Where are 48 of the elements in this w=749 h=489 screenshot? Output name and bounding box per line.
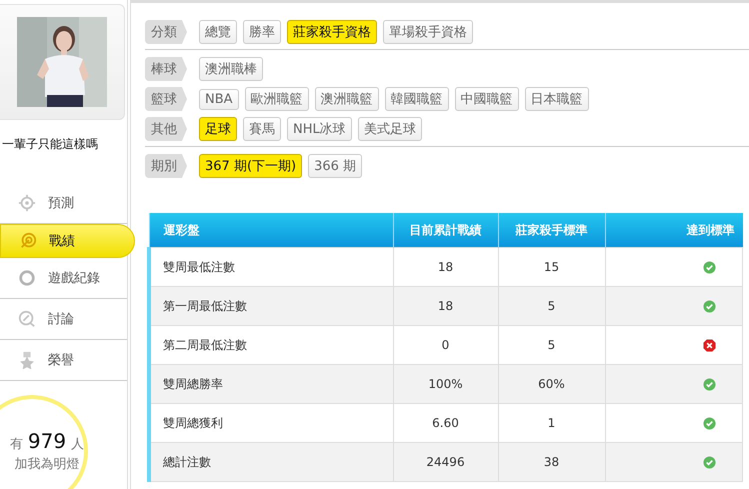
menu-item[interactable]: 戰績: [0, 224, 135, 258]
filter-option[interactable]: 中國職籃: [454, 87, 519, 111]
table-cell: 100%: [393, 364, 498, 404]
table-cell: 38: [498, 442, 605, 482]
filter-option[interactable]: 美式足球: [358, 117, 422, 141]
filter-label: 期別: [145, 154, 187, 178]
column-header: 目前累計戰績: [393, 213, 498, 248]
table-cell: 18: [393, 286, 498, 326]
filter-option[interactable]: NBA: [199, 88, 239, 110]
filter-option[interactable]: 賽馬: [243, 117, 281, 141]
crosshair-icon: [18, 194, 36, 212]
ring-icon: [18, 269, 36, 287]
column-header: 莊家殺手標準: [498, 213, 605, 248]
filter-option[interactable]: 莊家殺手資格: [287, 20, 377, 44]
filter-option[interactable]: 韓國職籃: [384, 87, 449, 111]
fans-caption: 加我為明燈: [14, 456, 80, 473]
filter-option[interactable]: NHL冰球: [287, 117, 352, 141]
filter-option[interactable]: 總覽: [199, 20, 237, 44]
filter-option[interactable]: 歐洲職籃: [244, 87, 309, 111]
filter-label: 其他: [145, 117, 187, 141]
fans-prefix: 有: [10, 436, 23, 453]
table-cell: 5: [498, 286, 605, 326]
column-header: 達到標準: [605, 213, 742, 248]
filter-option[interactable]: 澳洲職籃: [314, 87, 379, 111]
filter-option[interactable]: 足球: [199, 117, 237, 141]
target-icon: [19, 232, 37, 250]
filter-option[interactable]: 勝率: [243, 20, 281, 44]
fans-suffix: 人: [71, 436, 84, 453]
menu-item[interactable]: 榮譽: [0, 340, 127, 381]
table-cell: 雙周總勝率: [149, 364, 393, 404]
username: 一輩子只能這樣嗎: [1, 136, 99, 153]
medal-icon: [18, 351, 36, 369]
filter-option[interactable]: 單場殺手資格: [383, 20, 473, 44]
filter-option[interactable]: 日本職籃: [524, 87, 589, 111]
filter-option[interactable]: 366 期: [308, 154, 362, 178]
table-cell: 24496: [393, 442, 498, 482]
table-cell: 60%: [498, 364, 605, 404]
filter-option[interactable]: 367 期(下一期): [199, 154, 302, 178]
column-header: 運彩盤: [149, 213, 393, 248]
filter-option[interactable]: 澳洲職棒: [199, 57, 263, 81]
fans-count: 979: [28, 429, 66, 453]
filter-label: 棒球: [145, 57, 187, 81]
table-cell: 第一周最低注數: [149, 286, 393, 326]
filter-label: 籃球: [145, 87, 187, 111]
menu-item[interactable]: 遊戲紀錄: [0, 258, 127, 299]
filter-label: 分類: [145, 20, 187, 44]
table-cell: 總計注數: [149, 442, 393, 482]
menu-item[interactable]: 討論: [0, 299, 127, 340]
